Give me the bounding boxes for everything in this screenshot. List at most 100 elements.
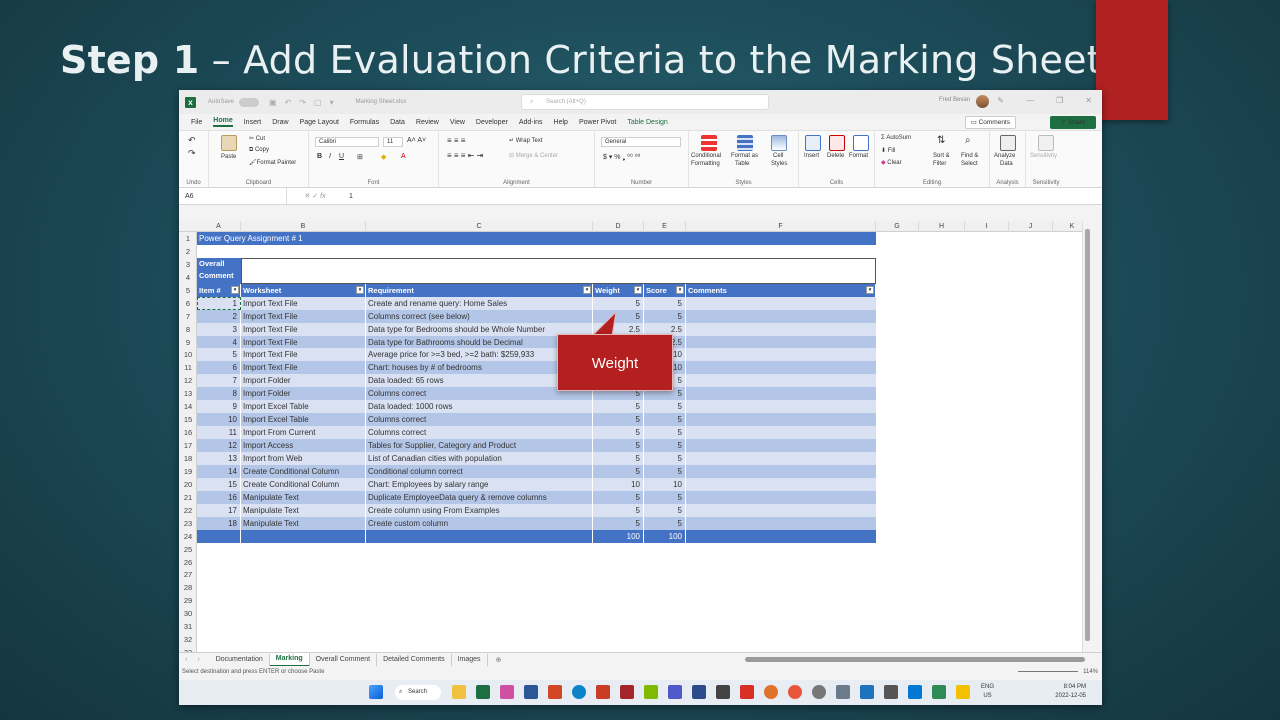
vertical-scrollbar[interactable] [1082, 221, 1092, 652]
autosave-toggle[interactable] [239, 97, 260, 107]
browser-icon[interactable] [788, 685, 802, 699]
comments-cell[interactable] [686, 361, 876, 375]
app-icon[interactable] [644, 685, 658, 699]
score-cell[interactable]: 5 [644, 503, 686, 517]
column-header[interactable]: C [366, 221, 593, 232]
font-color-icon[interactable]: A [401, 153, 406, 160]
copy-button[interactable]: ⧉ Copy [249, 147, 269, 154]
vertical-scroll-thumb[interactable] [1085, 229, 1090, 641]
access-icon[interactable] [620, 685, 634, 699]
row-header[interactable]: 18 [179, 454, 197, 463]
comments-cell[interactable] [686, 309, 876, 323]
sheet-tab-marking[interactable]: Marking [269, 652, 310, 667]
find-select-label[interactable]: Find & [961, 153, 978, 159]
row-header[interactable]: 17 [179, 441, 197, 450]
score-cell[interactable]: 5 [644, 400, 686, 414]
number-format-icons[interactable]: $ ▾ % ❟ ⁰⁰ ⁰⁰ [603, 153, 640, 162]
tab-data[interactable]: Data [390, 119, 405, 126]
minimize-icon[interactable]: — [1026, 96, 1034, 105]
font-name-select[interactable]: Calibri [315, 137, 379, 147]
sort-filter-icon[interactable]: ⇅ [937, 135, 945, 146]
column-header[interactable]: E [644, 221, 686, 232]
worksheet-cell[interactable]: Create Conditional Column [241, 464, 366, 478]
edge-icon[interactable] [572, 685, 586, 699]
start-icon[interactable] [369, 685, 383, 699]
row-header[interactable]: 8 [179, 325, 197, 334]
avatar[interactable] [976, 95, 989, 108]
item-number-cell[interactable]: 12 [197, 439, 241, 452]
zoom-level[interactable]: 114% [1083, 666, 1098, 678]
row-header[interactable]: 25 [179, 545, 197, 554]
undo-icon[interactable]: ↶ [188, 135, 196, 146]
total-cell[interactable] [686, 529, 876, 543]
item-number-cell[interactable]: 5 [197, 348, 241, 362]
taskbar-search[interactable]: ⌕ Search [395, 685, 441, 700]
item-number-cell[interactable]: 18 [197, 516, 241, 530]
table-header-cell[interactable]: Requirement ▾ [366, 283, 593, 297]
table-header-cell[interactable]: Item # ▾ [197, 283, 241, 297]
worksheet-cell[interactable]: Import from Web [241, 451, 366, 465]
worksheet-cell[interactable]: Import Excel Table [241, 400, 366, 414]
format-table-label-2[interactable]: Table [735, 161, 749, 167]
comments-cell[interactable] [686, 322, 876, 336]
sheet-tab-overall-comment[interactable]: Overall Comment [310, 653, 378, 666]
column-header[interactable]: G [876, 221, 919, 232]
notes-icon[interactable] [860, 685, 874, 699]
worksheet-cell[interactable]: Manipulate Text [241, 490, 366, 504]
sheet-tab-documentation[interactable]: Documentation [210, 653, 270, 666]
comments-cell[interactable] [686, 451, 876, 465]
weight-cell[interactable]: 5 [593, 400, 644, 414]
sheet-tab-detailed-comments[interactable]: Detailed Comments [377, 653, 452, 666]
row-header[interactable]: 20 [179, 480, 197, 489]
item-number-cell[interactable]: 7 [197, 374, 241, 388]
share-button[interactable]: ⇪ Share [1050, 116, 1096, 129]
requirement-cell[interactable]: Create custom column [366, 516, 593, 530]
bold-icon[interactable]: B [317, 153, 322, 160]
grow-font-icon[interactable]: A˄ A˅ [407, 137, 426, 144]
worksheet-cell[interactable]: Import Text File [241, 335, 366, 349]
requirement-cell[interactable]: Tables for Supplier, Category and Produc… [366, 439, 593, 452]
column-header[interactable]: I [965, 221, 1009, 232]
language-indicator[interactable]: ENG US [981, 683, 994, 701]
restore-icon[interactable]: ❐ [1056, 96, 1063, 105]
comments-cell[interactable] [686, 413, 876, 427]
filter-dropdown-icon[interactable]: ▾ [231, 285, 239, 294]
row-header[interactable]: 11 [179, 363, 197, 372]
office-icon[interactable] [596, 685, 610, 699]
align-left-icon[interactable]: ≡ ≡ ≡ ⇤ ⇥ [447, 151, 483, 160]
comments-cell[interactable] [686, 516, 876, 530]
weight-cell[interactable]: 10 [593, 477, 644, 491]
score-cell[interactable]: 5 [644, 426, 686, 440]
settings-icon[interactable] [812, 685, 826, 699]
item-number-cell[interactable]: 10 [197, 413, 241, 427]
filter-dropdown-icon[interactable]: ▾ [634, 285, 642, 294]
comments-cell[interactable] [686, 503, 876, 517]
sheet-title[interactable]: Power Query Assignment # 1 [197, 232, 876, 245]
weight-cell[interactable]: 5 [593, 296, 644, 310]
sensitivity-button[interactable]: Sensitivity [1030, 153, 1057, 159]
find-select-label-2[interactable]: Select [961, 161, 978, 167]
comments-cell[interactable] [686, 296, 876, 310]
score-cell[interactable]: 5 [644, 309, 686, 323]
total-cell[interactable] [197, 529, 241, 543]
tab-file[interactable]: File [191, 119, 202, 126]
comments-cell[interactable] [686, 400, 876, 414]
comments-cell[interactable] [686, 464, 876, 478]
formula-input[interactable]: 1 [343, 193, 353, 200]
cut-button[interactable]: ✂ Cut [249, 135, 265, 142]
snipping-tool-icon[interactable] [500, 685, 514, 699]
zoom-slider[interactable] [1018, 671, 1078, 672]
row-header[interactable]: 13 [179, 389, 197, 398]
tab-draw[interactable]: Draw [272, 119, 288, 126]
worksheet-cell[interactable]: Import Text File [241, 309, 366, 323]
comments-cell[interactable] [686, 348, 876, 362]
find-select-icon[interactable]: ⌕ [965, 135, 971, 146]
worksheet-cell[interactable]: Import Text File [241, 348, 366, 362]
comments-cell[interactable] [686, 335, 876, 349]
requirement-cell[interactable]: Columns correct [366, 413, 593, 427]
item-number-cell[interactable]: 6 [197, 361, 241, 375]
calculator-icon[interactable] [836, 685, 850, 699]
cell-styles-label[interactable]: Cell [773, 153, 783, 159]
requirement-cell[interactable]: Create and rename query: Home Sales [366, 296, 593, 310]
terminal-icon[interactable] [716, 685, 730, 699]
